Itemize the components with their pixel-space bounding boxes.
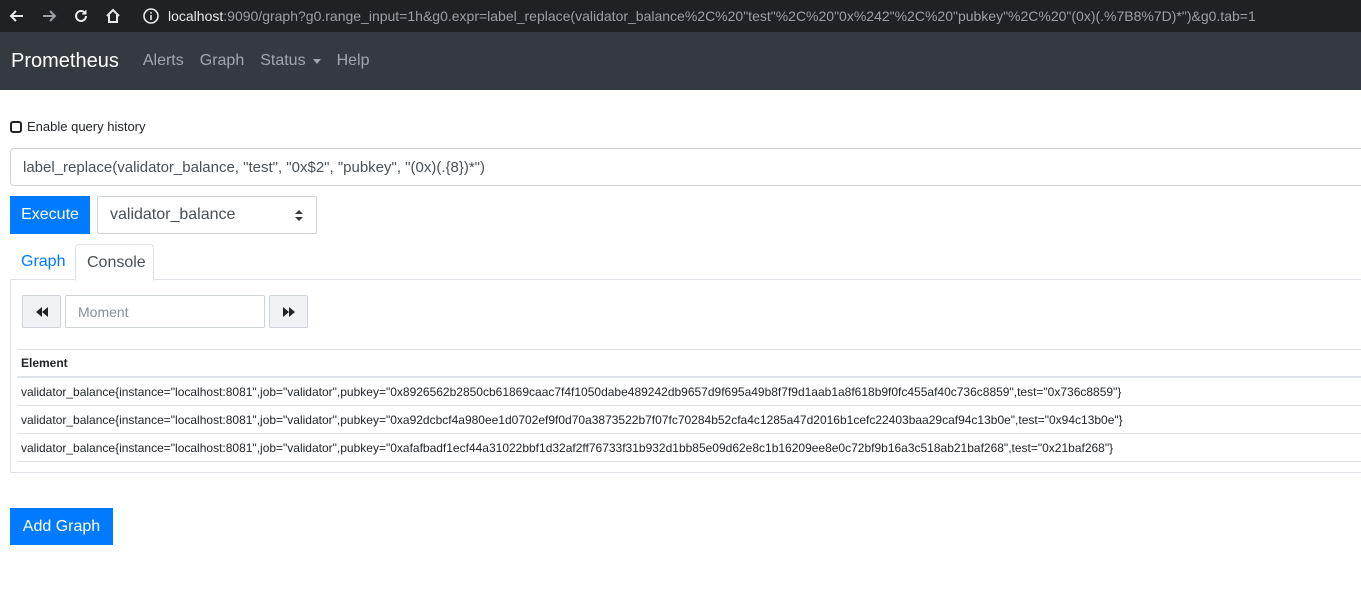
select-sort-icon — [295, 210, 303, 222]
back-arrow-icon[interactable] — [6, 5, 28, 27]
tab-bar: Graph Console — [10, 244, 1361, 281]
query-history-checkbox[interactable] — [10, 120, 22, 133]
backward-icon — [35, 306, 48, 317]
query-history-label: Enable query history — [27, 119, 146, 134]
moment-input[interactable]: Moment — [65, 295, 265, 328]
url-text: localhost:9090/graph?g0.range_input=1h&g… — [168, 8, 1256, 24]
nav-status-label: Status — [260, 52, 306, 69]
nav-status[interactable]: Status — [260, 52, 321, 70]
address-bar[interactable]: localhost:9090/graph?g0.range_input=1h&g… — [136, 3, 1361, 29]
browser-toolbar: localhost:9090/graph?g0.range_input=1h&g… — [0, 0, 1361, 32]
table-row: validator_balance{instance="localhost:80… — [17, 378, 1361, 406]
table-row: validator_balance{instance="localhost:80… — [17, 406, 1361, 434]
info-icon[interactable] — [142, 7, 160, 25]
reload-icon[interactable] — [70, 5, 92, 27]
metric-select[interactable]: validator_balance — [97, 196, 317, 234]
expression-input[interactable]: label_replace(validator_balance, "test",… — [10, 148, 1361, 186]
execute-button[interactable]: Execute — [10, 196, 90, 234]
forward-icon — [282, 306, 295, 317]
tab-console[interactable]: Console — [75, 244, 154, 281]
metric-select-value: validator_balance — [110, 206, 236, 223]
query-history-toggle[interactable]: Enable query history — [10, 119, 146, 134]
brand-logo[interactable]: Prometheus — [11, 50, 119, 73]
top-navbar: Prometheus Alerts Graph Status Help — [0, 32, 1361, 90]
nav-graph[interactable]: Graph — [200, 52, 244, 70]
console-panel: Moment Element validator_balance{instanc… — [10, 280, 1361, 473]
nav-alerts[interactable]: Alerts — [143, 52, 184, 70]
results-table: Element validator_balance{instance="loca… — [17, 349, 1361, 462]
forward-arrow-icon[interactable] — [38, 5, 60, 27]
home-icon[interactable] — [102, 5, 124, 27]
time-back-button[interactable] — [22, 295, 61, 328]
time-forward-button[interactable] — [269, 295, 308, 328]
add-graph-button[interactable]: Add Graph — [10, 508, 113, 545]
nav-help[interactable]: Help — [337, 52, 370, 70]
caret-down-icon — [312, 59, 321, 64]
table-header-element: Element — [17, 349, 1361, 378]
table-row: validator_balance{instance="localhost:80… — [17, 434, 1361, 462]
tab-graph[interactable]: Graph — [10, 244, 76, 280]
